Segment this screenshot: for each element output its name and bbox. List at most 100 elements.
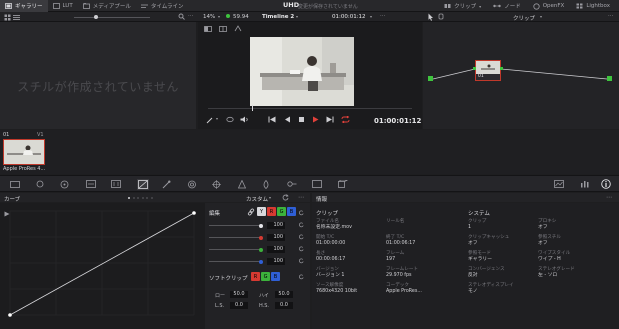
- info-icon[interactable]: [601, 179, 611, 189]
- color-wheels-icon[interactable]: [60, 180, 69, 189]
- node-input-icon[interactable]: [428, 76, 433, 81]
- chevron-down-icon[interactable]: ▾: [269, 195, 271, 200]
- reset-icon[interactable]: [298, 222, 304, 228]
- channel-r-value[interactable]: 100: [267, 234, 285, 241]
- node-01[interactable]: 01: [475, 60, 501, 81]
- highlight-icon[interactable]: [234, 25, 242, 32]
- zoom-level[interactable]: 14%: [203, 14, 215, 20]
- reset-icon[interactable]: [298, 258, 304, 264]
- pen-tool-icon[interactable]: [206, 116, 214, 124]
- soft-clip-b-button[interactable]: B: [271, 272, 280, 281]
- more-options-icon[interactable]: ⋯: [298, 194, 304, 201]
- more-options-icon[interactable]: ⋯: [380, 13, 386, 19]
- clip-name[interactable]: Apple ProRes 4...: [3, 166, 45, 172]
- play-reverse-icon[interactable]: [284, 116, 291, 123]
- sizing-icon[interactable]: [312, 180, 322, 188]
- node-in-port[interactable]: [473, 67, 476, 70]
- ls-value[interactable]: 0.0: [230, 302, 248, 309]
- hand-icon[interactable]: [438, 13, 444, 20]
- scrub-playhead[interactable]: [252, 105, 253, 111]
- slider-handle[interactable]: [94, 15, 98, 19]
- soft-clip-g-button[interactable]: G: [261, 272, 270, 281]
- video-preview[interactable]: [250, 37, 354, 106]
- channel-g-button[interactable]: G: [277, 207, 286, 216]
- tab-nodes[interactable]: ノード: [488, 0, 526, 12]
- audio-meter-icon[interactable]: [580, 180, 590, 188]
- more-options-icon[interactable]: ⋯: [608, 13, 614, 19]
- key-icon[interactable]: [287, 180, 297, 188]
- scrub-bar[interactable]: [208, 108, 412, 109]
- node-out-port[interactable]: [500, 67, 503, 70]
- high-value[interactable]: 50.0: [275, 291, 293, 298]
- thumbnail-size-slider[interactable]: [74, 15, 150, 19]
- clip-thumbnail[interactable]: [3, 139, 45, 165]
- chevron-down-icon[interactable]: ▾: [296, 14, 298, 19]
- curves-graph[interactable]: [0, 203, 205, 329]
- channel-y-button[interactable]: Y: [257, 207, 266, 216]
- search-icon[interactable]: [178, 13, 185, 20]
- channel-y-slider[interactable]: 100: [209, 221, 285, 230]
- low-value[interactable]: 50.0: [230, 291, 248, 298]
- tracker-icon[interactable]: [212, 180, 221, 189]
- timeline-name[interactable]: Timeline 2: [262, 14, 294, 20]
- node-output-icon[interactable]: [607, 76, 612, 81]
- list-view-icon[interactable]: [13, 14, 20, 21]
- skip-to-start-icon[interactable]: [268, 116, 276, 123]
- tab-gallery[interactable]: ギャラリー: [0, 0, 48, 12]
- tab-lightbox[interactable]: Lightbox: [571, 0, 615, 12]
- reset-icon[interactable]: [298, 274, 304, 280]
- more-options-icon[interactable]: ⋯: [188, 13, 194, 19]
- curves-graph-panel[interactable]: [0, 203, 205, 329]
- tab-clips[interactable]: クリップ ▾: [439, 0, 486, 12]
- channel-y-value[interactable]: 100: [267, 222, 285, 229]
- node-mode-label[interactable]: クリップ: [513, 14, 535, 22]
- hs-value[interactable]: 0.0: [275, 302, 293, 309]
- loop-icon[interactable]: [341, 116, 350, 123]
- reset-icon[interactable]: [298, 246, 304, 252]
- layers-icon[interactable]: [226, 116, 234, 123]
- channel-b-button[interactable]: B: [287, 207, 296, 216]
- camera-raw-icon[interactable]: [10, 180, 20, 188]
- tab-openfx[interactable]: OpenFX: [528, 0, 570, 12]
- more-options-icon[interactable]: ⋯: [606, 194, 612, 201]
- channel-b-value[interactable]: 100: [267, 258, 285, 265]
- chevron-down-icon[interactable]: ▾: [218, 14, 220, 19]
- tab-timeline[interactable]: タイムライン: [136, 0, 189, 12]
- scopes-icon[interactable]: [554, 180, 564, 188]
- reset-icon[interactable]: [282, 194, 289, 201]
- image-wipe-icon[interactable]: [204, 26, 212, 32]
- 3d-icon[interactable]: [338, 180, 348, 188]
- curves-mode-dropdown[interactable]: カスタム: [246, 195, 268, 203]
- curves-icon[interactable]: [137, 179, 149, 190]
- color-match-icon[interactable]: [35, 180, 45, 188]
- chevron-down-icon[interactable]: ▾: [216, 116, 218, 121]
- eyedropper-icon[interactable]: [162, 180, 171, 189]
- split-screen-icon[interactable]: [219, 26, 227, 32]
- pointer-icon[interactable]: [428, 13, 434, 21]
- tab-media-pool[interactable]: メディアプール: [78, 0, 136, 12]
- window-icon[interactable]: [187, 180, 197, 189]
- node-editor[interactable]: 01: [423, 22, 619, 129]
- channel-g-value[interactable]: 100: [267, 246, 285, 253]
- channel-g-slider[interactable]: 100: [209, 245, 285, 254]
- rgb-mixer-icon[interactable]: [111, 180, 121, 188]
- chevron-down-icon[interactable]: ▾: [540, 14, 542, 19]
- magic-mask-icon[interactable]: [238, 180, 246, 189]
- channel-b-slider[interactable]: 100: [209, 257, 285, 266]
- stop-icon[interactable]: [298, 116, 305, 123]
- chevron-down-icon[interactable]: ▾: [370, 14, 372, 19]
- channel-r-slider[interactable]: 100: [209, 233, 285, 242]
- channel-r-button[interactable]: R: [267, 207, 276, 216]
- play-icon[interactable]: [312, 116, 319, 123]
- reset-icon[interactable]: [298, 234, 304, 240]
- hdr-icon[interactable]: [86, 180, 96, 188]
- tab-lut[interactable]: LUT: [48, 0, 78, 12]
- grid-view-icon[interactable]: [4, 14, 11, 21]
- blur-icon[interactable]: [262, 180, 270, 189]
- speaker-icon[interactable]: [240, 116, 249, 123]
- curve-handle-icon[interactable]: [4, 211, 10, 217]
- link-icon[interactable]: [247, 208, 255, 216]
- skip-to-end-icon[interactable]: [326, 116, 334, 123]
- reset-icon[interactable]: [298, 210, 304, 216]
- soft-clip-r-button[interactable]: R: [251, 272, 260, 281]
